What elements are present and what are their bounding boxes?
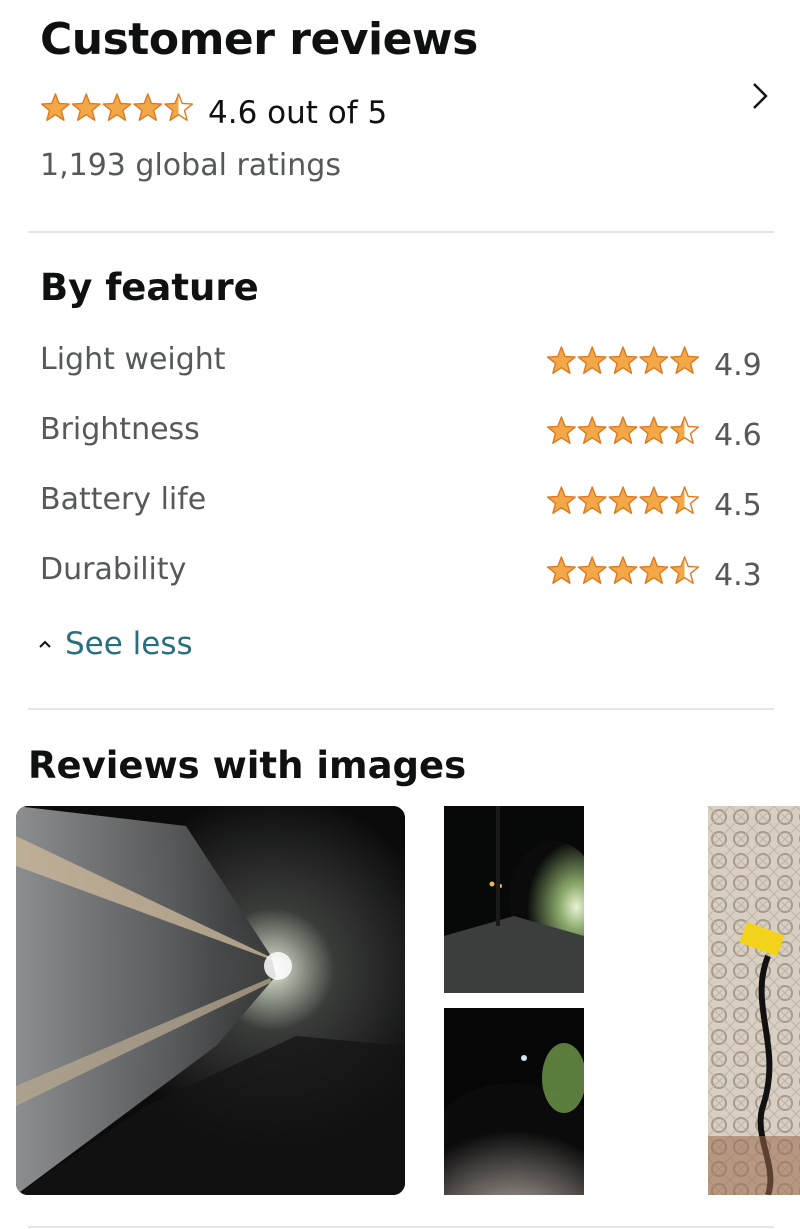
- caret-up-icon: [39, 640, 51, 648]
- star-icon: [133, 93, 163, 121]
- star-icon: [608, 556, 638, 584]
- feature-star-rating: [546, 346, 700, 374]
- star-icon: [546, 486, 576, 514]
- review-image-thumb[interactable]: [708, 806, 800, 1195]
- star-icon: [670, 556, 700, 584]
- feature-star-rating: [546, 486, 700, 514]
- feature-star-rating: [546, 556, 700, 584]
- review-image-large[interactable]: [16, 806, 405, 1195]
- customer-reviews-header[interactable]: Customer reviews 4.6 out of 5 1,193 glob…: [0, 0, 800, 232]
- star-icon: [577, 346, 607, 374]
- star-icon: [670, 486, 700, 514]
- star-icon: [577, 556, 607, 584]
- star-icon: [608, 486, 638, 514]
- page-title: Customer reviews: [40, 14, 478, 65]
- reviews-with-images-heading: Reviews with images: [28, 744, 467, 787]
- feature-score: 4.3: [714, 558, 762, 593]
- feature-label: Durability: [40, 552, 187, 587]
- star-icon: [670, 416, 700, 444]
- star-icon: [546, 346, 576, 374]
- see-less-label: See less: [65, 626, 193, 662]
- feature-row-durability: Durability 4.3: [40, 550, 762, 598]
- divider: [28, 1226, 774, 1228]
- review-image-thumb[interactable]: [444, 806, 584, 993]
- feature-row-battery-life: Battery life 4.5: [40, 480, 762, 528]
- chevron-right-icon[interactable]: [746, 80, 774, 112]
- star-icon: [670, 346, 700, 374]
- feature-label: Battery life: [40, 482, 207, 517]
- star-icon: [639, 486, 669, 514]
- star-icon: [608, 416, 638, 444]
- feature-row-light-weight: Light weight 4.9: [40, 340, 762, 388]
- feature-row-brightness: Brightness 4.6: [40, 410, 762, 458]
- star-icon: [639, 346, 669, 374]
- feature-star-rating: [546, 416, 700, 444]
- rating-summary-text: 4.6 out of 5: [208, 95, 388, 131]
- star-icon: [639, 416, 669, 444]
- feature-score: 4.6: [714, 418, 762, 453]
- star-icon: [608, 346, 638, 374]
- divider: [28, 708, 774, 710]
- star-icon: [71, 93, 101, 121]
- by-feature-heading: By feature: [40, 266, 259, 309]
- feature-score: 4.9: [714, 348, 762, 383]
- feature-score: 4.5: [714, 488, 762, 523]
- divider: [28, 231, 774, 233]
- summary-star-rating: [40, 93, 194, 121]
- star-icon: [40, 93, 70, 121]
- feature-label: Light weight: [40, 342, 226, 377]
- see-less-link[interactable]: See less: [36, 623, 193, 665]
- star-icon: [102, 93, 132, 121]
- global-ratings-count: 1,193 global ratings: [40, 148, 341, 183]
- star-icon: [639, 556, 669, 584]
- star-icon: [577, 416, 607, 444]
- star-icon: [164, 93, 194, 121]
- star-icon: [546, 556, 576, 584]
- feature-label: Brightness: [40, 412, 200, 447]
- review-image-thumb[interactable]: [444, 1008, 584, 1195]
- star-icon: [546, 416, 576, 444]
- star-icon: [577, 486, 607, 514]
